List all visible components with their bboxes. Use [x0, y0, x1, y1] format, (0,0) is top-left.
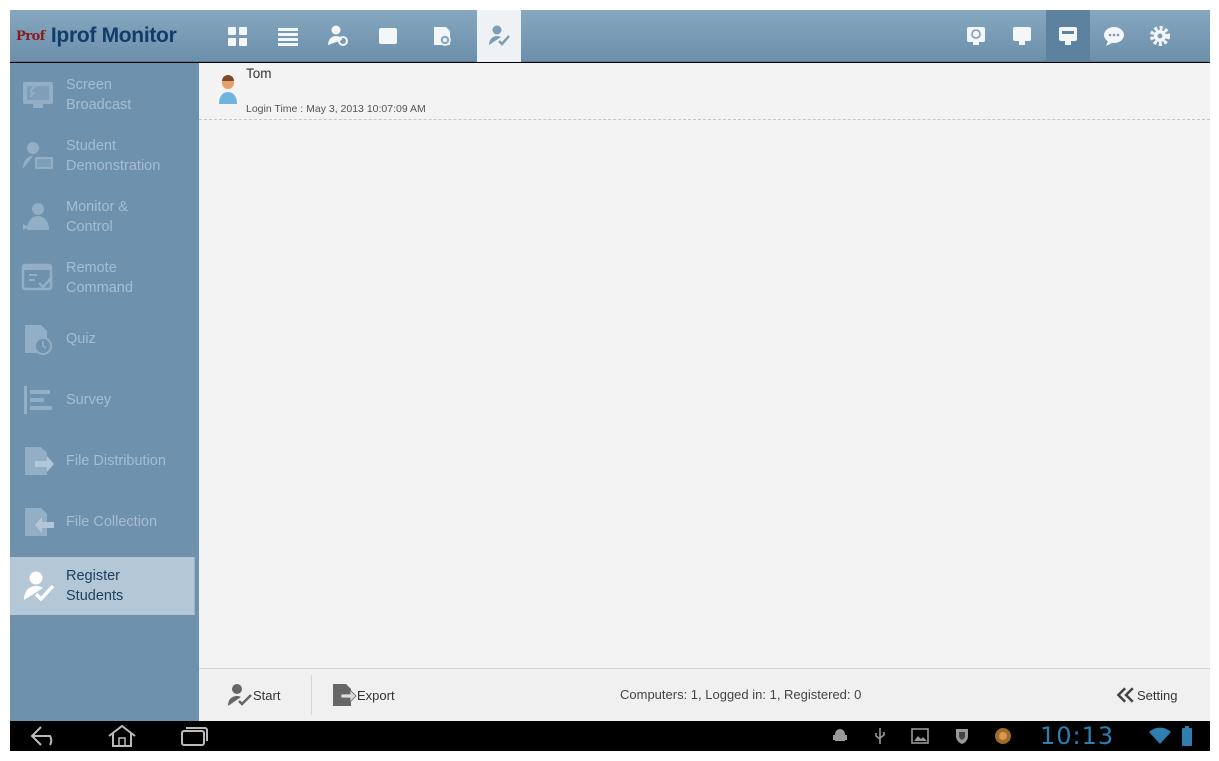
- start-label: Start: [253, 687, 281, 703]
- monitor-button[interactable]: [1000, 10, 1044, 62]
- setting-button[interactable]: Setting: [1115, 669, 1177, 721]
- sidebar-item-quiz[interactable]: Quiz: [10, 310, 195, 368]
- list-view-button[interactable]: [266, 10, 310, 62]
- start-register-icon: [228, 684, 252, 706]
- export-icon: [333, 684, 357, 706]
- wifi-status: [1146, 723, 1174, 749]
- toolbar-divider: [311, 675, 312, 715]
- setting-label: Setting: [1137, 687, 1178, 703]
- recent-apps-icon: [181, 727, 208, 746]
- broadcast-monitor-button[interactable]: [954, 10, 998, 62]
- double-chevron-left-icon: [1116, 687, 1134, 703]
- remote-command-icon: [21, 263, 53, 291]
- usb-icon: [875, 728, 885, 744]
- student-avatar-icon: [219, 75, 237, 104]
- image-icon: [911, 728, 929, 744]
- register-students-button[interactable]: [477, 10, 521, 62]
- sidebar-item-label: File Collection: [66, 514, 158, 530]
- app-window: Prof Iprof Monitor Screen Broadcast Stud…: [10, 10, 1210, 751]
- battery-icon: [1182, 726, 1192, 746]
- list-item[interactable]: Tom Login Time : May 3, 2013 10:07:09 AM: [199, 63, 1210, 120]
- quiz-icon: [434, 27, 451, 46]
- wifi-icon: [1149, 727, 1171, 744]
- gear-icon: [1150, 26, 1170, 46]
- sidebar-item-label: File Distribution: [66, 453, 166, 469]
- home-icon: [108, 724, 136, 747]
- back-icon: [30, 726, 53, 746]
- file-collection-icon: [25, 508, 54, 536]
- student-list-panel: Tom Login Time : May 3, 2013 10:07:09 AM: [199, 63, 1210, 668]
- blank-screen-icon: [379, 28, 397, 44]
- start-button[interactable]: Start: [227, 669, 280, 721]
- blank-screen-button[interactable]: [366, 10, 410, 62]
- sidebar-item-label: Monitor & Control: [66, 199, 129, 235]
- screen-broadcast-icon: [23, 82, 53, 108]
- sidebar-item-remote-command[interactable]: Remote Command: [10, 249, 195, 307]
- notification-shield[interactable]: [950, 723, 974, 749]
- sidebar-item-label: Quiz: [66, 331, 96, 347]
- students-button[interactable]: [316, 10, 360, 62]
- system-clock: 10:13: [1040, 722, 1115, 750]
- monitor-control-icon: [23, 203, 49, 230]
- monitor-selected-icon: [1059, 27, 1077, 45]
- register-students-icon: [489, 25, 510, 46]
- students-icon: [328, 25, 348, 46]
- monitor-icon: [1013, 27, 1031, 45]
- chat-icon: [1104, 27, 1124, 46]
- register-students-icon: [24, 571, 55, 602]
- sidebar-item-label: Remote Command: [66, 260, 133, 296]
- file-distribution-icon: [25, 447, 54, 475]
- system-navigation-bar: 10:13: [10, 721, 1210, 751]
- logo-mark: Prof: [16, 28, 45, 44]
- sidebar: Screen Broadcast Student Demonstration Mon…: [10, 63, 199, 721]
- survey-icon: [24, 386, 52, 414]
- grid-view-icon: [228, 27, 247, 46]
- sidebar-item-screen-broadcast[interactable]: Screen Broadcast: [10, 66, 195, 124]
- sidebar-item-monitor-control[interactable]: Monitor & Control: [10, 188, 195, 246]
- status-summary: Computers: 1, Logged in: 1, Registered: …: [620, 687, 862, 702]
- notification-image[interactable]: [908, 723, 932, 749]
- shield-icon: [956, 729, 968, 744]
- sidebar-item-label: Student Demonstration: [66, 138, 161, 174]
- sidebar-item-register-students[interactable]: Register Students: [10, 557, 195, 615]
- home-button[interactable]: [102, 723, 142, 749]
- chat-button[interactable]: [1092, 10, 1136, 62]
- recent-apps-button[interactable]: [174, 723, 214, 749]
- notification-usb[interactable]: [868, 723, 892, 749]
- settings-button[interactable]: [1138, 10, 1182, 62]
- sidebar-item-label: Survey: [66, 392, 112, 408]
- notification-app[interactable]: [990, 723, 1016, 749]
- student-demonstration-icon: [23, 142, 53, 169]
- sidebar-item-student-demonstration[interactable]: Student Demonstration: [10, 127, 195, 185]
- export-button[interactable]: Export: [331, 669, 395, 721]
- app-logo: Prof Iprof Monitor: [16, 20, 177, 52]
- student-name: Tom: [246, 66, 272, 81]
- grid-view-button[interactable]: [216, 10, 260, 62]
- app-title: Iprof Monitor: [50, 24, 177, 47]
- broadcast-monitor-icon: [967, 27, 985, 45]
- sidebar-item-label: Screen Broadcast: [66, 77, 132, 113]
- android-debug-icon: [833, 729, 847, 741]
- quiz-button[interactable]: [420, 10, 464, 62]
- sidebar-item-file-distribution[interactable]: File Distribution: [10, 432, 195, 490]
- battery-status: [1178, 723, 1196, 749]
- back-button[interactable]: [26, 723, 66, 749]
- sidebar-item-file-collection[interactable]: File Collection: [10, 493, 195, 551]
- notification-debug[interactable]: [828, 723, 852, 749]
- app-icon: [995, 728, 1011, 744]
- bottom-toolbar: Start Export Computers: 1, Logged in: 1,…: [199, 668, 1210, 721]
- list-view-icon: [278, 28, 298, 46]
- quiz-icon: [25, 325, 52, 355]
- login-time: Login Time : May 3, 2013 10:07:09 AM: [246, 103, 426, 115]
- sidebar-item-survey[interactable]: Survey: [10, 371, 195, 429]
- export-label: Export: [357, 687, 395, 703]
- sidebar-item-label: Register Students: [66, 568, 124, 604]
- monitor-selected-button[interactable]: [1046, 10, 1090, 62]
- top-toolbar: Prof Iprof Monitor: [10, 10, 1210, 62]
